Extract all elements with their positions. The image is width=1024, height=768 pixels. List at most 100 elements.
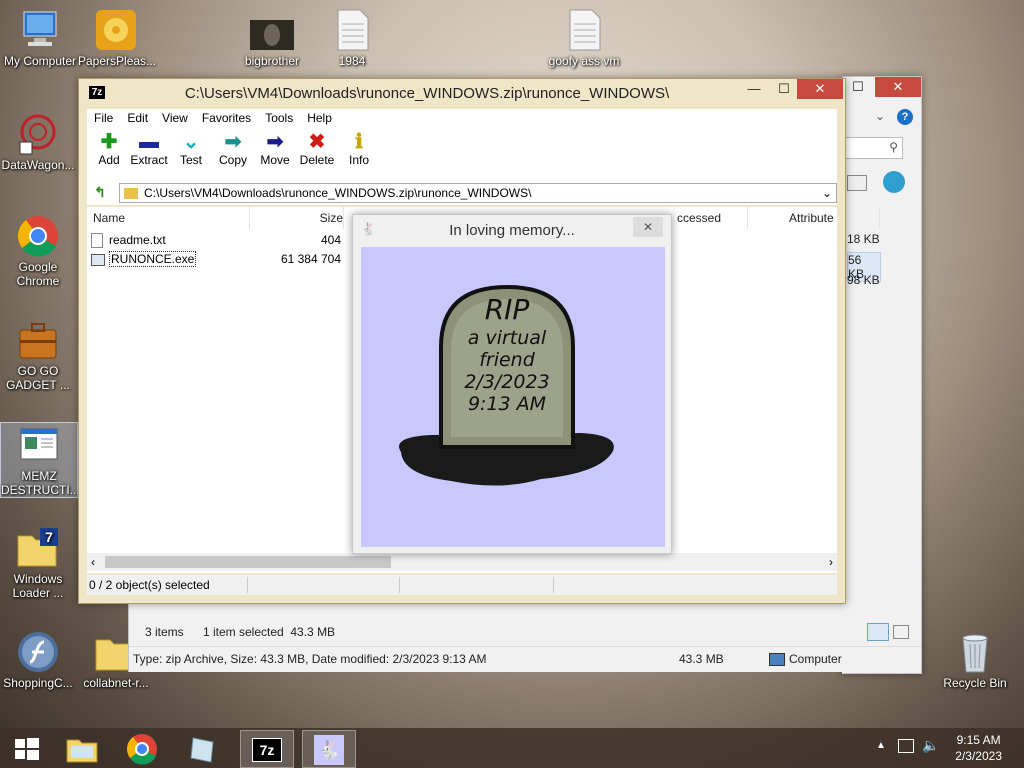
address-text: C:\Users\VM4\Downloads\runonce_WINDOWS.z…	[144, 186, 532, 200]
volume-icon[interactable]: 🔈	[922, 737, 939, 754]
close-button[interactable]: ✕	[797, 79, 843, 99]
menu-view[interactable]: View	[155, 109, 195, 127]
column-name[interactable]: Name	[87, 207, 250, 229]
search-icon: ⚲	[889, 140, 898, 154]
taskbar-file-explorer[interactable]	[56, 730, 108, 766]
menu-favorites[interactable]: Favorites	[195, 109, 258, 127]
recycle-bin-icon	[953, 630, 997, 674]
program-icon	[17, 423, 61, 467]
explorer-window: ☐ ✕ ⌄ ? ⚲ 18 KB 56 KB 98 KB	[842, 76, 922, 674]
chrome-icon	[16, 214, 60, 258]
shortcut-icon	[16, 112, 60, 156]
column-accessed[interactable]: ccessed	[671, 207, 748, 229]
menu-edit[interactable]: Edit	[120, 109, 155, 127]
minus-icon: ▬	[139, 131, 159, 153]
network-icon[interactable]	[898, 739, 914, 753]
explorer-ribbon-expand-icon[interactable]: ⌄	[875, 109, 885, 123]
desktop-icon-datawagon[interactable]: DataWagon...	[0, 112, 76, 172]
info-icon: ℹ	[355, 131, 363, 153]
desktop-icon-goofy-ass-vm[interactable]: goofy ass vm	[546, 8, 622, 68]
horizontal-scrollbar[interactable]: ‹ ›	[87, 553, 837, 571]
desktop-icon-bigbrother[interactable]: bigbrother	[234, 8, 310, 68]
show-hidden-icons[interactable]: ▲	[876, 740, 886, 751]
delete-x-icon: ✖	[308, 131, 326, 153]
text-file-icon	[91, 233, 103, 249]
desktop-icon-recycle-bin[interactable]: Recycle Bin	[936, 630, 1014, 690]
disc-icon	[94, 8, 138, 52]
desktop-icon-google-chrome[interactable]: Google Chrome	[0, 214, 76, 288]
sevenzip-title: C:\Users\VM4\Downloads\runonce_WINDOWS.z…	[184, 85, 670, 102]
scroll-right-icon[interactable]: ›	[829, 555, 833, 569]
sevenzip-titlebar[interactable]: 7z C:\Users\VM4\Downloads\runonce_WINDOW…	[79, 79, 845, 107]
program-icon	[190, 737, 214, 763]
exe-file-icon	[91, 253, 105, 266]
column-attributes[interactable]: Attribute	[747, 207, 880, 229]
help-icon[interactable]: ?	[897, 109, 913, 125]
desktop-icon-go-go-gadget[interactable]: GO GO GADGET ...	[0, 318, 76, 392]
shell-icon[interactable]	[883, 171, 905, 193]
start-button[interactable]	[0, 730, 52, 766]
up-folder-icon[interactable]: ↰	[91, 184, 109, 200]
popup-title: In loving memory...	[449, 222, 575, 239]
taskbar: 7z 🐇 ▲ 🔈 9:15 AM 2/3/2023	[0, 728, 1024, 768]
explorer-size-0: 18 KB	[847, 232, 880, 246]
maximize-button[interactable]: ☐	[769, 79, 799, 99]
move-arrow-icon: ➡	[266, 131, 284, 153]
explorer-maximize-button[interactable]: ☐	[845, 77, 871, 97]
taskbar-7zip[interactable]: 7z	[240, 730, 294, 768]
minimize-button[interactable]: —	[739, 79, 769, 99]
items-count: 3 items	[145, 625, 184, 639]
popup-titlebar[interactable]: 🐇 In loving memory... ✕	[353, 215, 671, 245]
menu-help[interactable]: Help	[300, 109, 339, 127]
move-button[interactable]: ➡ Move	[253, 131, 297, 167]
test-button[interactable]: ⌄ Test	[169, 131, 213, 167]
details-view-icon[interactable]	[867, 623, 889, 641]
explorer-statusbar: Type: zip Archive, Size: 43.3 MB, Date m…	[129, 646, 921, 671]
sevenzip-app-icon: 7z	[252, 737, 282, 762]
desktop-icon-my-computer[interactable]: My Computer	[2, 8, 78, 68]
view-toggle-icon[interactable]	[847, 175, 867, 191]
sevenzip-statusbar: 0 / 2 object(s) selected	[87, 575, 837, 595]
desktop-icon-paperspleas[interactable]: PapersPleas...	[78, 8, 156, 68]
large-icons-view-icon[interactable]	[893, 625, 909, 639]
desktop-icon-1984[interactable]: 1984	[314, 8, 390, 68]
info-button[interactable]: ℹ Info	[337, 131, 381, 167]
clock[interactable]: 9:15 AM 2/3/2023	[955, 732, 1002, 764]
explorer-close-button[interactable]: ✕	[875, 77, 921, 97]
popup-close-button[interactable]: ✕	[633, 217, 663, 237]
taskbar-chrome[interactable]	[116, 730, 168, 766]
column-size[interactable]: Size	[249, 207, 344, 229]
explorer-search-box[interactable]: ⚲	[845, 137, 903, 159]
taskbar-bunny-app[interactable]: 🐇	[302, 730, 356, 768]
copy-button[interactable]: ➡ Copy	[211, 131, 255, 167]
tombstone-text: RIP a virtual friend 2/3/2023 9:13 AM	[464, 293, 550, 415]
taskbar-program[interactable]	[176, 730, 228, 766]
address-bar: ↰ C:\Users\VM4\Downloads\runonce_WINDOWS…	[87, 181, 837, 205]
extract-button[interactable]: ▬ Extract	[127, 131, 171, 167]
chrome-icon	[127, 733, 157, 765]
explorer-footer: 3 items 1 item selected 43.3 MB Type: zi…	[128, 604, 921, 672]
sevenzip-app-icon: 7z	[89, 86, 105, 99]
add-button[interactable]: ✚ Add	[87, 131, 131, 167]
chevron-down-icon[interactable]: ⌄	[822, 184, 832, 202]
computer-icon	[18, 8, 62, 52]
file-explorer-icon	[66, 739, 98, 763]
desktop-icon-windows-loader[interactable]: 7 Windows Loader ...	[0, 526, 76, 600]
menu-tools[interactable]: Tools	[258, 109, 300, 127]
selection-status: 0 / 2 object(s) selected	[89, 578, 210, 592]
statusbar-size: 43.3 MB	[679, 652, 724, 666]
menu-file[interactable]: File	[87, 109, 120, 127]
scrollbar-thumb[interactable]	[105, 556, 391, 568]
scroll-left-icon[interactable]: ‹	[91, 555, 95, 569]
folder-icon: 7	[16, 526, 60, 570]
bunny-icon: 🐇	[314, 734, 344, 765]
memorial-popup: 🐇 In loving memory... ✕ RIP a virtual fr…	[352, 214, 672, 554]
address-field[interactable]: C:\Users\VM4\Downloads\runonce_WINDOWS.z…	[119, 183, 837, 203]
explorer-size-2: 98 KB	[847, 273, 880, 287]
statusbar-file-info: Type: zip Archive, Size: 43.3 MB, Date m…	[133, 652, 487, 666]
desktop-icon-shoppingc[interactable]: ShoppingC...	[0, 630, 76, 690]
menu-bar: File Edit View Favorites Tools Help	[87, 109, 837, 129]
desktop-icon-memz[interactable]: MEMZ DESTRUCTI...	[0, 422, 80, 498]
statusbar-location: Computer	[789, 652, 842, 666]
delete-button[interactable]: ✖ Delete	[295, 131, 339, 167]
